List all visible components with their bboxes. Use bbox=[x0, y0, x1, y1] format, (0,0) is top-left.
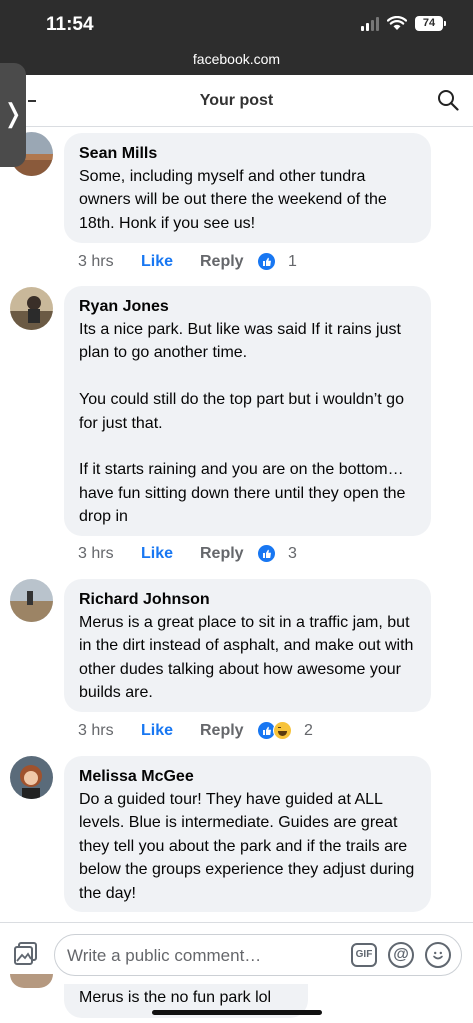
comment-bubble: Ryan Jones Its a nice park. But like was… bbox=[64, 286, 431, 536]
comment-text: Some, including myself and other tundra … bbox=[79, 168, 392, 232]
status-bar: 11:54 74 facebook.com bbox=[0, 0, 473, 75]
comment-timestamp[interactable]: 3 hrs bbox=[78, 722, 141, 740]
status-icons: 74 bbox=[361, 16, 446, 31]
comment-actions: 3 hrs Like Reply 3 bbox=[78, 544, 297, 563]
reply-button[interactable]: Reply bbox=[200, 253, 257, 271]
avatar[interactable] bbox=[10, 579, 53, 622]
comment-timestamp[interactable]: 3 hrs bbox=[78, 545, 141, 563]
comment-item-partial: Merus is the no fun park lol bbox=[0, 974, 473, 1023]
comment-bubble: Sean Mills Some, including myself and ot… bbox=[64, 133, 431, 243]
comment-author[interactable]: Richard Johnson bbox=[79, 589, 417, 611]
photo-icon[interactable] bbox=[12, 940, 40, 973]
like-button[interactable]: Like bbox=[141, 253, 200, 271]
page-title: Your post bbox=[199, 92, 274, 109]
thumbs-up-icon bbox=[257, 544, 276, 563]
comment-composer: Write a public comment… GIF @ bbox=[0, 922, 473, 984]
avatar[interactable] bbox=[10, 287, 53, 330]
battery-icon: 74 bbox=[415, 16, 446, 31]
search-icon[interactable] bbox=[437, 89, 459, 116]
cellular-signal-icon bbox=[361, 16, 379, 31]
reaction-count: 1 bbox=[288, 252, 297, 270]
comment-bubble: Melissa McGee Do a guided tour! They hav… bbox=[64, 756, 431, 912]
status-time: 11:54 bbox=[46, 14, 94, 35]
comment-author[interactable]: Sean Mills bbox=[79, 143, 417, 165]
comment-text: Its a nice park. But like was said If it… bbox=[79, 321, 406, 526]
reply-button[interactable]: Reply bbox=[200, 545, 257, 563]
gif-icon[interactable]: GIF bbox=[351, 943, 377, 967]
reply-button[interactable]: Reply bbox=[200, 722, 257, 740]
reaction-summary[interactable] bbox=[257, 252, 276, 271]
like-button[interactable]: Like bbox=[141, 722, 200, 740]
comment-actions: 3 hrs Like Reply 1 bbox=[78, 252, 297, 271]
comment-input-placeholder: Write a public comment… bbox=[67, 946, 262, 965]
thumbs-up-icon bbox=[257, 252, 276, 271]
comment-author[interactable]: Ryan Jones bbox=[79, 296, 417, 318]
comment-bubble: Richard Johnson Merus is a great place t… bbox=[64, 579, 431, 712]
comment-text: Merus is a great place to sit in a traff… bbox=[79, 614, 418, 702]
browser-url[interactable]: facebook.com bbox=[0, 51, 473, 67]
avatar[interactable] bbox=[10, 974, 53, 988]
mention-icon[interactable]: @ bbox=[388, 942, 414, 968]
comment-input[interactable]: Write a public comment… GIF @ bbox=[54, 934, 462, 976]
comment-author[interactable]: Melissa McGee bbox=[79, 766, 417, 788]
side-drawer-tab[interactable]: ❭ bbox=[0, 63, 26, 167]
reaction-summary[interactable] bbox=[257, 544, 276, 563]
comment-timestamp[interactable]: 3 hrs bbox=[78, 253, 141, 271]
wifi-icon bbox=[387, 16, 407, 31]
reaction-count: 2 bbox=[304, 721, 313, 739]
reaction-summary[interactable] bbox=[257, 721, 292, 740]
page-header: Your post bbox=[0, 75, 473, 127]
home-indicator[interactable] bbox=[152, 1010, 322, 1015]
comment-text: Do a guided tour! They have guided at AL… bbox=[79, 791, 419, 902]
comment-text: Merus is the no fun park lol bbox=[79, 989, 272, 1006]
composer-icons: GIF @ bbox=[351, 942, 451, 968]
comment-actions: 3 hrs Like Reply 2 bbox=[78, 721, 313, 740]
emoji-icon[interactable] bbox=[425, 942, 451, 968]
haha-emoji-icon bbox=[273, 721, 292, 740]
chevron-right-icon: ❭ bbox=[2, 98, 24, 128]
reaction-count: 3 bbox=[288, 544, 297, 562]
like-button[interactable]: Like bbox=[141, 545, 200, 563]
avatar[interactable] bbox=[10, 756, 53, 799]
